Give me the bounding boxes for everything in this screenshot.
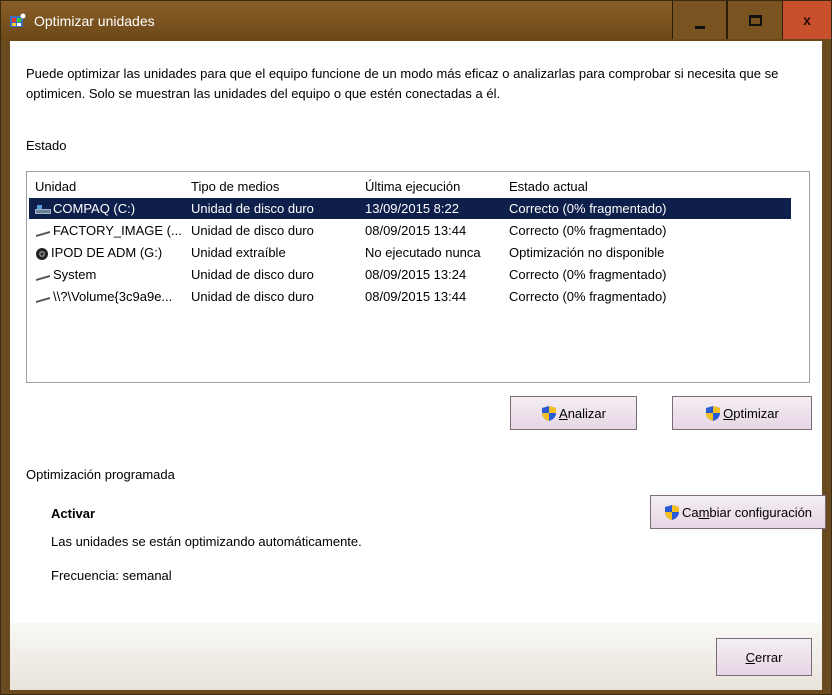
analyze-button[interactable]: Analizar [510, 396, 637, 430]
media-type: Unidad de disco duro [191, 201, 314, 216]
removable-drive-icon [36, 247, 48, 260]
current-status: Correcto (0% fragmentado) [509, 223, 667, 238]
last-run: 08/09/2015 13:24 [365, 267, 467, 282]
schedule-frequency-text: Frecuencia: semanal [51, 568, 172, 583]
close-dialog-button[interactable]: Cerrar [716, 638, 812, 676]
drive-name: FACTORY_IMAGE (... [53, 223, 182, 238]
uac-shield-icon [542, 405, 557, 421]
drive-name: System [53, 267, 97, 282]
current-status: Correcto (0% fragmentado) [509, 289, 667, 304]
last-run: No ejecutado nunca [365, 245, 481, 260]
media-type: Unidad extraíble [191, 245, 286, 260]
scheduled-optimization-label: Optimización programada [26, 467, 175, 482]
current-status: Correcto (0% fragmentado) [509, 201, 667, 216]
hard-drive-icon [36, 230, 50, 237]
optimize-drives-window: Optimizar unidades x Puede optimizar las… [0, 0, 832, 695]
drive-list-header: Unidad Tipo de medios Última ejecución E… [29, 176, 791, 197]
column-header-estado[interactable]: Estado actual [509, 176, 789, 197]
drive-row[interactable]: \\?\Volume{3c9a9e... Unidad de disco dur… [29, 286, 791, 307]
schedule-state-label: Activar [51, 506, 96, 521]
hard-drive-icon [36, 274, 50, 281]
media-type: Unidad de disco duro [191, 223, 314, 238]
drive-row[interactable]: FACTORY_IMAGE (... Unidad de disco duro … [29, 220, 791, 241]
current-status: Correcto (0% fragmentado) [509, 267, 667, 282]
uac-shield-icon [664, 504, 679, 520]
system-drive-icon [35, 204, 51, 214]
drive-row[interactable]: System Unidad de disco duro 08/09/2015 1… [29, 264, 791, 285]
media-type: Unidad de disco duro [191, 267, 314, 282]
window-title: Optimizar unidades [34, 13, 155, 29]
dialog-content: Puede optimizar las unidades para que el… [10, 41, 826, 690]
column-header-unidad[interactable]: Unidad [35, 176, 185, 197]
column-header-tipo[interactable]: Tipo de medios [191, 176, 361, 197]
hard-drive-icon [36, 296, 50, 303]
dialog-footer [10, 623, 822, 690]
drive-row[interactable]: IPOD DE ADM (G:) Unidad extraíble No eje… [29, 242, 791, 263]
column-header-ultima[interactable]: Última ejecución [365, 176, 515, 197]
current-status: Optimización no disponible [509, 245, 665, 260]
minimize-button[interactable] [672, 1, 727, 39]
optimize-button[interactable]: Optimizar [672, 396, 812, 430]
status-section-label: Estado [26, 138, 67, 153]
minimize-icon [694, 25, 705, 29]
media-type: Unidad de disco duro [191, 289, 314, 304]
last-run: 08/09/2015 13:44 [365, 223, 467, 238]
maximize-button[interactable] [727, 1, 782, 39]
drive-list[interactable]: Unidad Tipo de medios Última ejecución E… [26, 171, 810, 383]
schedule-status-text: Las unidades se están optimizando automá… [51, 534, 362, 549]
title-bar[interactable]: Optimizar unidades x [1, 1, 831, 41]
drive-name: \\?\Volume{3c9a9e... [53, 289, 173, 304]
drive-name: COMPAQ (C:) [53, 201, 136, 216]
change-settings-button[interactable]: Cambiar configuración [650, 495, 826, 529]
description-text: Puede optimizar las unidades para que el… [26, 66, 779, 101]
drive-row[interactable]: COMPAQ (C:) Unidad de disco duro 13/09/2… [29, 198, 791, 219]
maximize-icon [748, 14, 762, 26]
close-icon: x [803, 12, 811, 28]
close-button[interactable]: x [782, 1, 831, 39]
last-run: 08/09/2015 13:44 [365, 289, 467, 304]
last-run: 13/09/2015 8:22 [365, 201, 459, 216]
drive-name: IPOD DE ADM (G:) [51, 245, 163, 260]
defrag-app-icon [10, 13, 26, 27]
uac-shield-icon [706, 405, 721, 421]
